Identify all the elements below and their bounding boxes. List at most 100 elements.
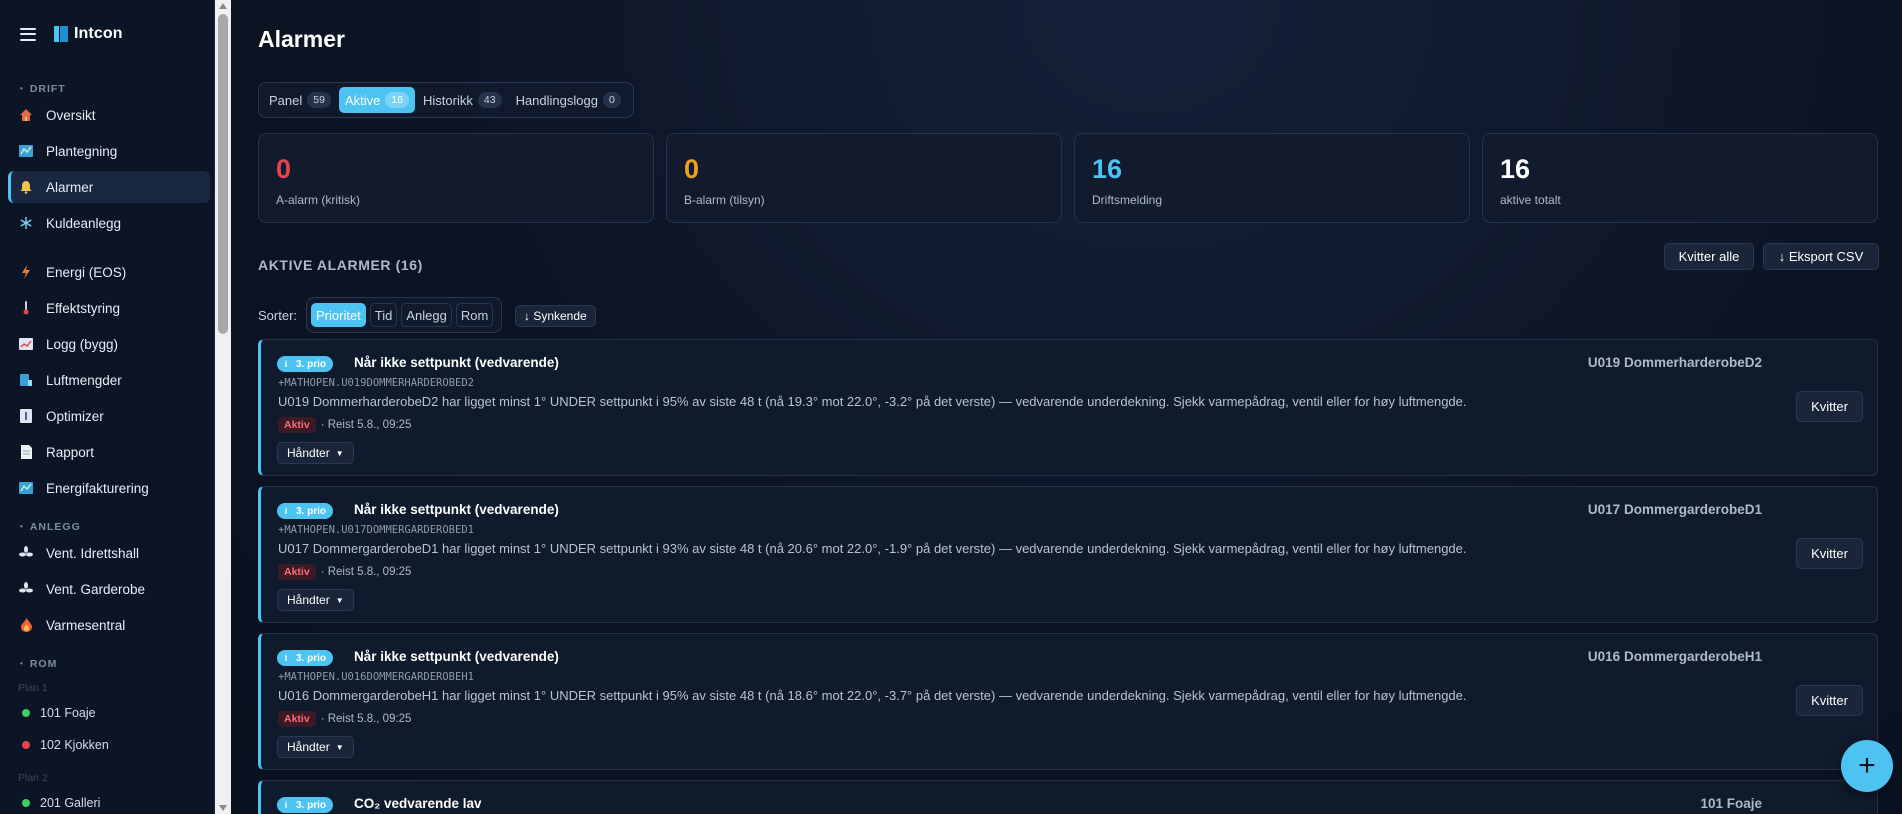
alarm-room[interactable]: U017 DommergarderobeD1 xyxy=(1588,502,1762,517)
scroll-up-icon[interactable] xyxy=(219,3,227,9)
sort-tid[interactable]: Tid xyxy=(369,303,398,327)
alarm-description: U016 DommergarderobeH1 har ligget minst … xyxy=(278,688,1467,703)
tab-handlingslogg[interactable]: Handlingslogg 0 xyxy=(510,87,627,113)
tab-label: Aktive xyxy=(344,92,381,108)
tab-panel[interactable]: Panel 59 xyxy=(263,87,337,113)
sidebar-item-label: Energifakturering xyxy=(46,480,149,496)
alarm-room[interactable]: 101 Foaje xyxy=(1700,796,1762,811)
add-button[interactable]: + xyxy=(1841,740,1893,792)
ack-button[interactable]: Kvitter xyxy=(1796,685,1863,716)
chevron-down-icon: ▼ xyxy=(335,595,344,605)
sidebar-item-oversikt[interactable]: Oversikt xyxy=(8,99,210,131)
sidebar-room-201-galleri[interactable]: 201 Galleri xyxy=(22,796,100,810)
stat-card-a-alarm: 0 A-alarm (kritisk) xyxy=(258,133,654,223)
map-icon xyxy=(18,143,34,159)
chevron-down-icon: ▼ xyxy=(335,742,344,752)
sidebar-item-label: Vent. Idrettshall xyxy=(46,545,140,561)
hamburger-menu-icon[interactable] xyxy=(20,27,36,41)
sort-rom[interactable]: Rom xyxy=(455,303,494,327)
tab-aktive[interactable]: Aktive 16 xyxy=(338,87,416,113)
ack-button[interactable]: Kvitter xyxy=(1796,391,1863,422)
sidebar-room-101-foaje[interactable]: 101 Foaje xyxy=(22,706,96,720)
sort-direction-button[interactable]: ↓ Synkende xyxy=(515,305,596,327)
section-label-rom: ROM xyxy=(20,658,57,670)
alarm-status: Aktiv · Reist 5.8., 09:25 xyxy=(278,564,411,580)
section-label-anlegg: ANLEGG xyxy=(20,521,81,533)
sidebar-item-vent-garderobe[interactable]: Vent. Garderobe xyxy=(8,573,210,605)
sidebar-item-effektstyring[interactable]: Effektstyring xyxy=(8,292,210,324)
tab-count: 43 xyxy=(477,92,502,108)
status-dot xyxy=(22,741,30,749)
thermometer-icon xyxy=(18,300,34,316)
alarm-room[interactable]: U016 DommergarderobeH1 xyxy=(1588,649,1762,664)
sidebar-item-label: Energi (EOS) xyxy=(46,264,127,280)
scroll-down-icon[interactable] xyxy=(219,805,227,811)
stat-card-b-alarm: 0 B-alarm (tilsyn) xyxy=(666,133,1062,223)
sidebar-item-logg[interactable]: Logg (bygg) xyxy=(8,328,210,360)
chevron-down-icon: ▼ xyxy=(335,448,344,458)
export-csv-button[interactable]: ↓ Eksport CSV xyxy=(1763,243,1879,270)
alarm-time: · Reist 5.8., 09:25 xyxy=(320,566,412,578)
priority-badge: i 3. prio xyxy=(277,797,334,813)
sidebar-scrollbar[interactable] xyxy=(215,0,231,814)
main-content: Alarmer Panel 59 Aktive 16 Historikk 43 Han… xyxy=(231,0,1902,814)
alarm-status: Aktiv · Reist 5.8., 09:25 xyxy=(278,711,411,727)
room-label: 102 Kjokken xyxy=(40,738,109,752)
handle-dropdown[interactable]: Håndter ▼ xyxy=(277,442,354,464)
sidebar-item-alarmer[interactable]: Alarmer xyxy=(8,171,210,203)
sidebar-item-optimizer[interactable]: Optimizer xyxy=(8,400,210,432)
tab-label: Panel xyxy=(269,92,303,108)
alarm-card: i 3. prio Når ikke settpunkt (vedvarende)… xyxy=(258,633,1878,770)
sidebar-item-kuldeanlegg[interactable]: Kuldeanlegg xyxy=(8,207,210,239)
handle-dropdown[interactable]: Håndter ▼ xyxy=(277,589,354,611)
view-tabs: Panel 59 Aktive 16 Historikk 43 Handlingslo… xyxy=(258,82,634,118)
tab-label: Handlingslogg xyxy=(515,92,598,108)
stat-value: 0 xyxy=(684,154,700,184)
page-title: Alarmer xyxy=(258,26,345,52)
sidebar-item-vent-idrettshall[interactable]: Vent. Idrettshall xyxy=(8,537,210,569)
stat-card-driftsmelding: 16 Driftsmelding xyxy=(1074,133,1470,223)
stat-card-aktive-totalt: 16 aktive totalt xyxy=(1482,133,1878,223)
sidebar-item-label: Plantegning xyxy=(46,143,118,159)
map-icon xyxy=(18,480,34,496)
tab-label: Historikk xyxy=(423,92,473,108)
info-icon: i xyxy=(284,800,288,810)
alarm-title: CO₂ vedvarende lav xyxy=(354,796,482,811)
alarm-room[interactable]: U019 DommerharderobeD2 xyxy=(1588,355,1762,370)
gauge-icon xyxy=(18,372,34,388)
tab-count: 16 xyxy=(385,92,410,108)
sidebar-item-varmesentral[interactable]: Varmesentral xyxy=(8,609,210,641)
stat-label: B-alarm (tilsyn) xyxy=(684,193,765,207)
handle-dropdown[interactable]: Håndter ▼ xyxy=(277,736,354,758)
ack-button[interactable]: Kvitter xyxy=(1796,538,1863,569)
sort-prioritet[interactable]: Prioritet xyxy=(311,303,366,327)
alarm-card: i 3. prio CO₂ vedvarende lav 101 Foaje xyxy=(258,780,1878,814)
tab-historikk[interactable]: Historikk 43 xyxy=(417,87,508,113)
stat-value: 16 xyxy=(1092,154,1123,184)
sidebar-item-luftmengder[interactable]: Luftmengder xyxy=(8,364,210,396)
ack-all-button[interactable]: Kvitter alle xyxy=(1664,243,1754,270)
handle-label: Håndter xyxy=(287,593,330,607)
floor-label: Plan 2 xyxy=(18,772,48,784)
app-name: Intcon xyxy=(74,25,123,42)
info-icon: i xyxy=(284,359,288,369)
info-icon: i xyxy=(284,506,288,516)
lightning-icon xyxy=(18,264,34,280)
scrollbar-thumb[interactable] xyxy=(218,14,228,334)
logo-icon xyxy=(54,26,68,42)
sort-anlegg[interactable]: Anlegg xyxy=(401,303,452,327)
room-label: 201 Galleri xyxy=(40,796,101,810)
sidebar-room-102-kjokken[interactable]: 102 Kjokken xyxy=(22,738,109,752)
sidebar-item-energi[interactable]: Energi (EOS) xyxy=(8,256,210,288)
sidebar-item-rapport[interactable]: Rapport xyxy=(8,436,210,468)
alarm-code: +MATHOPEN.U016DOMMERGARDEROBEH1 xyxy=(278,671,474,683)
priority-badge: i 3. prio xyxy=(277,356,334,372)
sidebar-item-plantegning[interactable]: Plantegning xyxy=(8,135,210,167)
sidebar-item-label: Logg (bygg) xyxy=(46,336,119,352)
handle-label: Håndter xyxy=(287,740,330,754)
sidebar-item-label: Luftmengder xyxy=(46,372,122,388)
sidebar-item-energifakturering[interactable]: Energifakturering xyxy=(8,472,210,504)
priority-label: 3. prio xyxy=(296,652,327,664)
priority-badge: i 3. prio xyxy=(277,503,334,519)
chart-icon xyxy=(18,336,34,352)
